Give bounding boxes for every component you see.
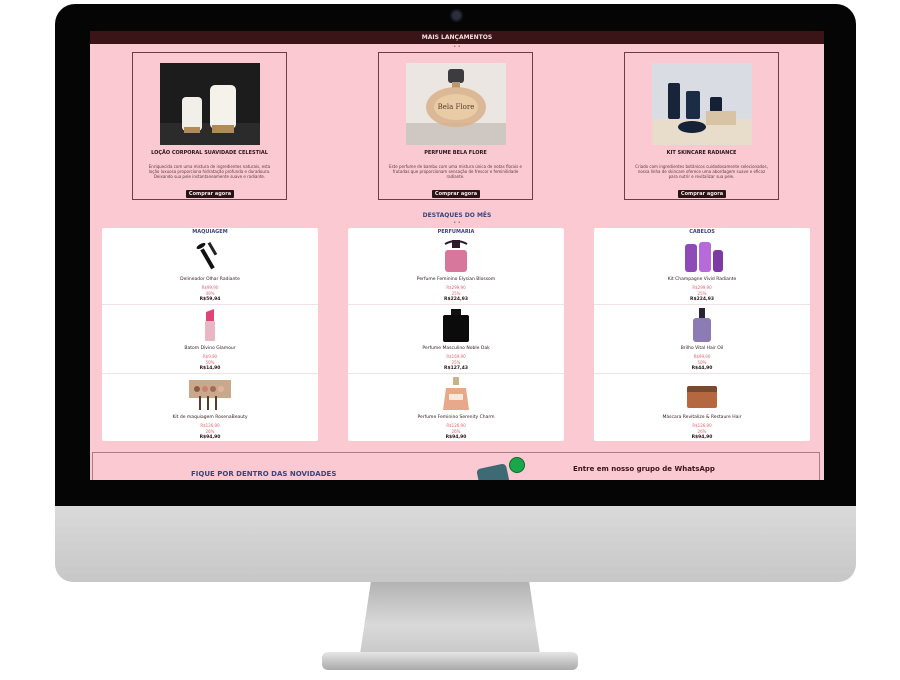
product-name: KIT SKINCARE RADIANCE [666, 150, 737, 156]
makeup-palette-icon [189, 380, 231, 410]
current-price: R$94,90 [445, 435, 467, 440]
launch-card: Bela Flore PERFUME BELA FLORE Este perfu… [378, 52, 533, 200]
buy-now-button[interactable]: Comprar agora [678, 190, 726, 198]
section-header-launches: MAIS LANÇAMENTOS [90, 31, 824, 44]
product-name: Batom Divino Glamour [184, 346, 236, 351]
product-name: Kit de maquiagem RosenaBeauty [172, 415, 248, 420]
old-price: R$126,90 [200, 423, 220, 428]
newsletter-section: FIQUE POR DENTRO DAS NOVIDADES Entre em … [92, 452, 820, 480]
lotion-bottles-icon [160, 63, 260, 145]
old-price: R$99,90 [693, 354, 711, 359]
discount-badge: 25% [451, 360, 461, 365]
hair-oil-icon [693, 308, 711, 342]
launch-card: KIT SKINCARE RADIANCE Criado com ingredi… [624, 52, 779, 200]
category-column: CABELOS Kit Champagne Vivid Radiante R$2… [594, 228, 810, 441]
discount-badge: 25% [697, 291, 707, 296]
skincare-kit-icon [652, 63, 752, 145]
product-name: Delineador Olhar Radiante [180, 277, 240, 282]
product-card[interactable]: Brilho Vital Hair Oil R$99,90 50% R$44,9… [594, 305, 810, 374]
hair-kit-icon [685, 242, 723, 272]
amber-perfume-icon [443, 377, 469, 410]
whatsapp-icon[interactable] [509, 457, 525, 473]
old-price: R$299,90 [692, 285, 712, 290]
discount-badge: 25% [451, 291, 461, 296]
discount-badge: 50% [697, 360, 707, 365]
monitor-stand-neck [360, 582, 540, 654]
whatsapp-group-link[interactable]: Entre em nosso grupo de WhatsApp [573, 465, 715, 473]
pink-perfume-icon [444, 240, 468, 272]
old-price: R$169,90 [446, 354, 466, 359]
product-card[interactable]: Delineador Olhar Radiante R$99,90 40% R$… [102, 236, 318, 305]
buy-now-button[interactable]: Comprar agora [432, 190, 480, 198]
product-name: Perfume Masculino Noble Oak [422, 346, 490, 351]
old-price: R$126,90 [692, 423, 712, 428]
mascara-icon [196, 241, 218, 270]
svg-text:Bela Flore: Bela Flore [438, 103, 475, 111]
product-name: Kit Champagne Vivid Radiante [667, 277, 737, 282]
category-column: MAQUIAGEM Delineador Olhar Radiante R$99… [102, 228, 318, 441]
launches-section: LOÇÃO CORPORAL SUAVIDADE CELESTIAL Enriq… [90, 50, 824, 206]
old-price: R$126,90 [446, 423, 466, 428]
discount-badge: 26% [451, 429, 461, 434]
current-price: R$14,90 [199, 366, 221, 371]
current-price: R$94,90 [199, 435, 221, 440]
highlights-grid: MAQUIAGEM Delineador Olhar Radiante R$99… [90, 228, 824, 448]
launch-card: LOÇÃO CORPORAL SUAVIDADE CELESTIAL Enriq… [132, 52, 287, 200]
discount-badge: 26% [205, 429, 215, 434]
discount-badge: 26% [697, 429, 707, 434]
perfume-bottle-icon: Bela Flore [406, 63, 506, 145]
product-description: Enriquecida com uma mistura de ingredien… [148, 164, 271, 179]
monitor-chin [55, 506, 856, 582]
old-price: R$9,90 [202, 354, 218, 359]
product-name: Perfume Feminino Serenity Charm [417, 415, 495, 420]
webcam-icon [452, 11, 461, 20]
phone-icon [476, 463, 512, 480]
old-price: R$99,90 [201, 285, 219, 290]
product-card[interactable]: Batom Divino Glamour R$9,90 50% R$14,90 [102, 305, 318, 374]
discount-badge: 50% [205, 360, 215, 365]
current-price: R$94,90 [691, 435, 713, 440]
product-name: LOÇÃO CORPORAL SUAVIDADE CELESTIAL [151, 150, 268, 156]
hair-mask-icon [687, 386, 717, 408]
old-price: R$299,90 [446, 285, 466, 290]
product-description: Este perfume de bambu com uma mistura ún… [389, 164, 522, 179]
product-name: Brilho Vital Hair Oil [680, 346, 724, 351]
category-title[interactable]: MAQUIAGEM [102, 228, 318, 236]
product-card[interactable]: Kit Champagne Vivid Radiante R$299,90 25… [594, 236, 810, 305]
section-title-highlights: DESTAQUES DO MÊS [422, 212, 492, 219]
discount-badge: 40% [205, 291, 215, 296]
product-name: Máscara Revitalize & Restaure Hair [662, 415, 742, 420]
category-title[interactable]: PERFUMARIA [348, 228, 564, 236]
carousel-dots[interactable]: • • [90, 220, 824, 226]
product-name: PERFUME BELA FLORE [424, 150, 487, 156]
category-title[interactable]: CABELOS [594, 228, 810, 236]
current-price: R$224,93 [690, 297, 714, 302]
monitor-stand-foot [322, 652, 578, 670]
lipstick-icon [205, 309, 215, 341]
current-price: R$44,90 [691, 366, 713, 371]
product-card[interactable]: Perfume Masculino Noble Oak R$169,90 25%… [348, 305, 564, 374]
product-name: Perfume Feminino Elysian Blossom [416, 277, 496, 282]
product-card[interactable]: Kit de maquiagem RosenaBeauty R$126,90 2… [102, 374, 318, 442]
website-screen: MAIS LANÇAMENTOS • • LOÇÃO CORPORAL SUAV… [90, 31, 824, 480]
black-perfume-icon [443, 309, 469, 342]
product-card[interactable]: Máscara Revitalize & Restaure Hair R$126… [594, 374, 810, 442]
product-card[interactable]: Perfume Feminino Serenity Charm R$126,90… [348, 374, 564, 442]
category-column: PERFUMARIA Perfume Feminino Elysian Blos… [348, 228, 564, 441]
newsletter-title: FIQUE POR DENTRO DAS NOVIDADES [191, 470, 337, 478]
current-price: R$224,93 [444, 297, 468, 302]
current-price: R$59,94 [199, 297, 221, 302]
buy-now-button[interactable]: Comprar agora [186, 190, 234, 198]
product-card[interactable]: Perfume Feminino Elysian Blossom R$299,9… [348, 236, 564, 305]
product-description: Criado com ingredientes botânicos cuidad… [635, 164, 768, 179]
current-price: R$127,43 [444, 366, 468, 371]
